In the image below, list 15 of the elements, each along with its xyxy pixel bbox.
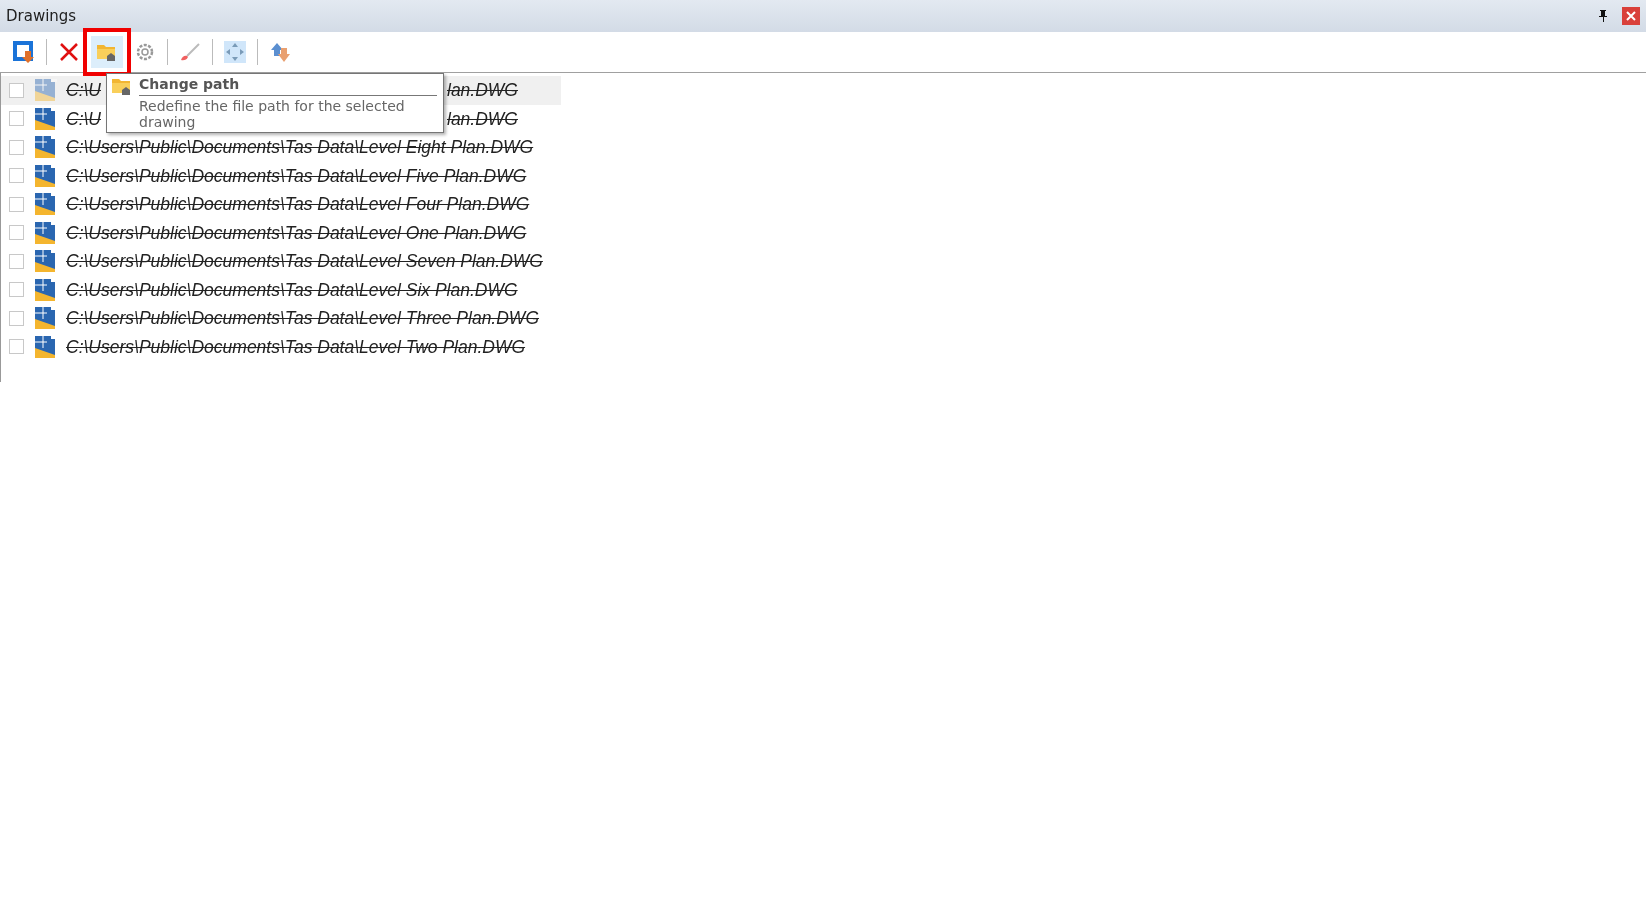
drawing-path: C:\U (66, 108, 101, 129)
tooltip-text: Redefine the file path for the selected drawing (139, 98, 406, 130)
drawing-path: C:\Users\Public\Documents\Tas Data\Level Two Plan.DWG (66, 336, 526, 357)
drawing-path: C:\Users\Public\Documents\Tas Data\Level Five Plan.DWG (66, 165, 527, 186)
tooltip-title: Change path (139, 76, 437, 96)
drawing-path: C:\Users\Public\Documents\Tas Data\Level One Plan.DWG (66, 222, 527, 243)
drawing-path: C:\Users\Public\Documents\Tas Data\Level Three Plan.DWG (66, 308, 539, 329)
drawing-path: lan.DWG (447, 80, 518, 101)
drawing-path: C:\Users\Public\Documents\Tas Data\Level Eight Plan.DWG (66, 137, 534, 158)
drawing-path: C:\U (66, 80, 101, 101)
drawing-path: C:\Users\Public\Documents\Tas Data\Level Seven Plan.DWG (66, 251, 543, 272)
panel-title: Drawings (6, 7, 78, 25)
drawing-path: lan.DWG (447, 108, 518, 129)
drawing-path: C:\Users\Public\Documents\Tas Data\Level Six Plan.DWG (66, 279, 518, 300)
drawing-path: C:\Users\Public\Documents\Tas Data\Level Four Plan.DWG (66, 194, 530, 215)
